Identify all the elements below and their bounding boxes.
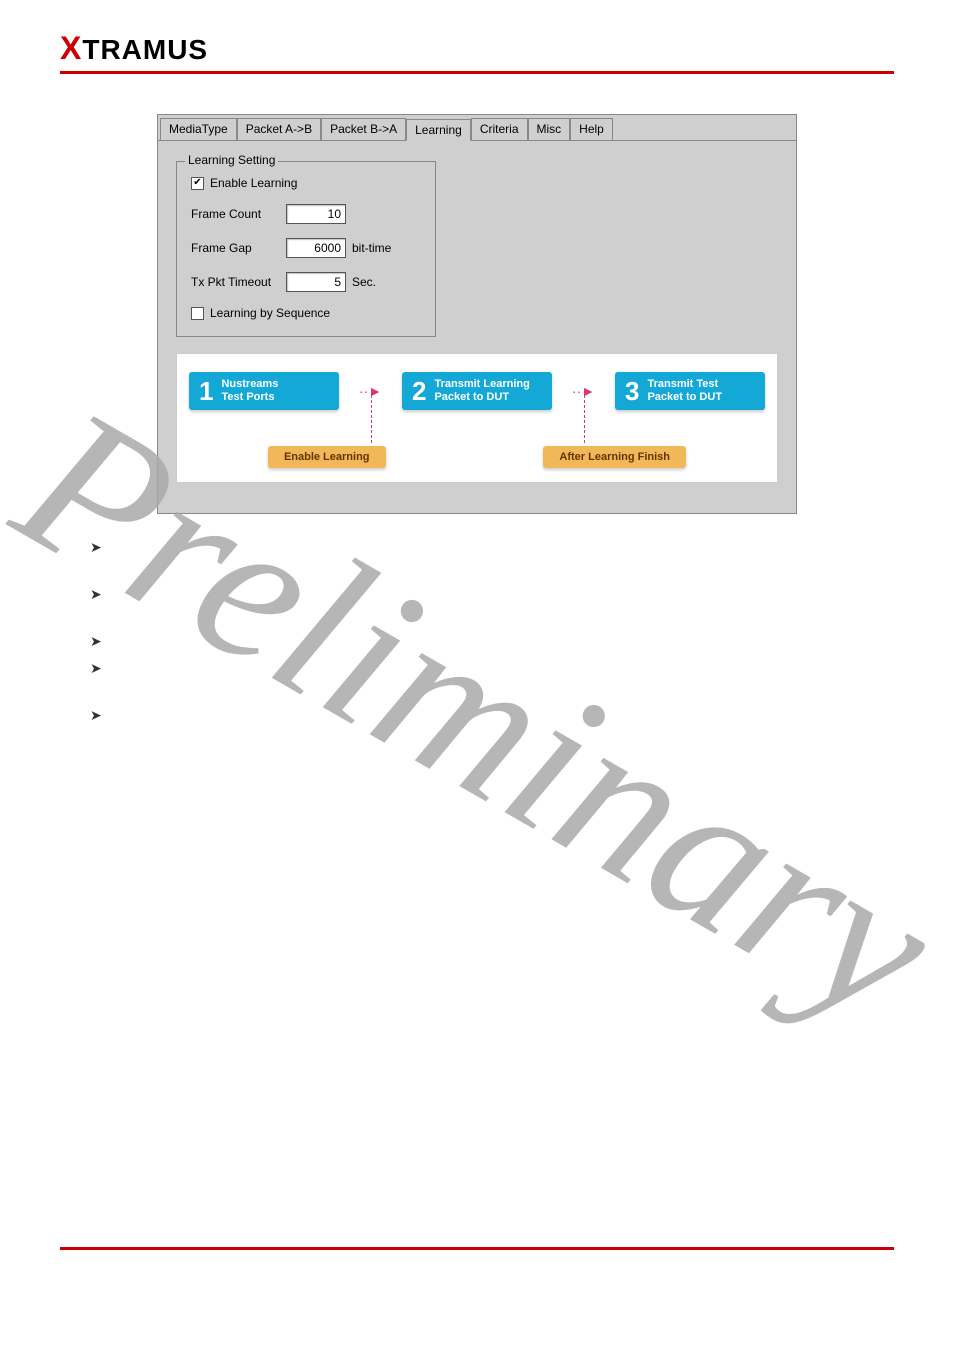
step-number: 3	[625, 378, 639, 404]
step-line1: Nustreams	[221, 378, 278, 390]
tab-criteria[interactable]: Criteria	[471, 118, 528, 140]
arrow-icon: ··►	[572, 383, 595, 399]
annotation-enable: Enable Learning	[268, 446, 386, 468]
frame-gap-label: Frame Gap	[191, 241, 286, 255]
divider	[60, 71, 894, 74]
bullet-icon: ➤	[90, 707, 102, 724]
bullet-icon: ➤	[90, 586, 102, 603]
bullet-icon: ➤	[90, 633, 102, 650]
step-line2: Packet to DUT	[647, 391, 722, 403]
tab-learning[interactable]: Learning	[406, 119, 471, 141]
tab-label: Packet B->A	[330, 122, 397, 136]
bullet-list: ➤ ➤ ➤ ➤ ➤	[90, 539, 894, 724]
tab-label: Misc	[537, 122, 562, 136]
tab-label: Packet A->B	[246, 122, 312, 136]
step-3: 3 Transmit TestPacket to DUT	[615, 372, 765, 410]
tx-timeout-input[interactable]	[286, 272, 346, 292]
frame-gap-input[interactable]	[286, 238, 346, 258]
tab-label: Help	[579, 122, 604, 136]
tab-bar: MediaType Packet A->B Packet B->A Learni…	[158, 115, 796, 140]
step-line1: Transmit Test	[647, 378, 718, 390]
bullet-icon: ➤	[90, 660, 102, 677]
tab-label: Learning	[415, 123, 462, 137]
logo-rest: TRAMUS	[82, 34, 208, 65]
enable-learning-label: Enable Learning	[210, 176, 297, 190]
learning-flow-diagram: 1 NustreamsTest Ports ··► 2 Transmit Lea…	[176, 353, 778, 483]
step-number: 1	[199, 378, 213, 404]
arrow-icon: ··►	[359, 383, 382, 399]
learning-panel: Learning Setting ✔ Enable Learning Frame…	[158, 140, 796, 513]
learning-by-sequence-label: Learning by Sequence	[210, 306, 330, 320]
frame-count-label: Frame Count	[191, 207, 286, 221]
tab-help[interactable]: Help	[570, 118, 613, 140]
frame-gap-unit: bit-time	[352, 241, 391, 255]
learning-by-sequence-checkbox[interactable]	[191, 307, 204, 320]
step-number: 2	[412, 378, 426, 404]
step-line1: Transmit Learning	[434, 378, 529, 390]
tab-packet-ba[interactable]: Packet B->A	[321, 118, 406, 140]
tx-timeout-label: Tx Pkt Timeout	[191, 275, 286, 289]
tab-mediatype[interactable]: MediaType	[160, 118, 237, 140]
tab-label: Criteria	[480, 122, 519, 136]
tab-misc[interactable]: Misc	[528, 118, 571, 140]
enable-learning-checkbox[interactable]: ✔	[191, 177, 204, 190]
dialog-window: MediaType Packet A->B Packet B->A Learni…	[157, 114, 797, 514]
annotation-after: After Learning Finish	[543, 446, 686, 468]
bullet-icon: ➤	[90, 539, 102, 556]
divider-bottom	[60, 1247, 894, 1250]
tx-timeout-unit: Sec.	[352, 275, 376, 289]
tab-packet-ab[interactable]: Packet A->B	[237, 118, 321, 140]
frame-count-input[interactable]	[286, 204, 346, 224]
brand-logo: XTRAMUS	[60, 30, 894, 67]
step-2: 2 Transmit LearningPacket to DUT	[402, 372, 552, 410]
step-line2: Packet to DUT	[434, 391, 509, 403]
group-title: Learning Setting	[185, 153, 278, 167]
step-1: 1 NustreamsTest Ports	[189, 372, 339, 410]
logo-red-letter: X	[60, 30, 82, 66]
learning-setting-group: Learning Setting ✔ Enable Learning Frame…	[176, 161, 436, 337]
tab-label: MediaType	[169, 122, 228, 136]
step-line2: Test Ports	[221, 391, 274, 403]
